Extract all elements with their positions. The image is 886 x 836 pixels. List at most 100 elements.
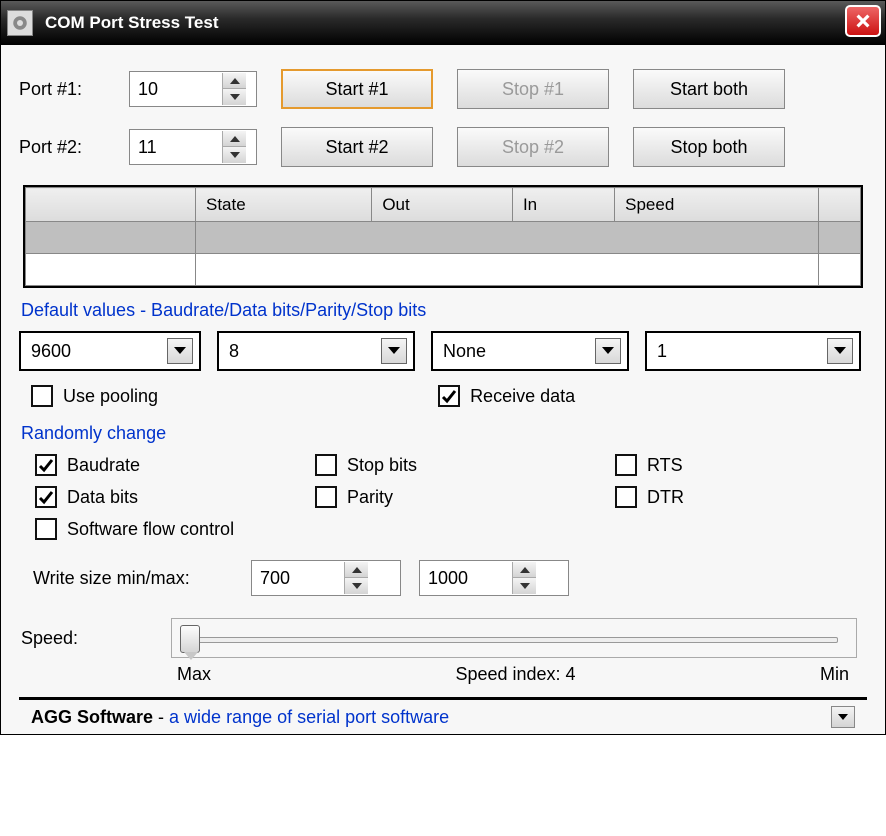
chevron-up-icon xyxy=(230,78,240,84)
grid-header-row: State Out In Speed xyxy=(26,188,861,222)
slider-max-label: Max xyxy=(177,664,211,685)
check-icon xyxy=(38,457,54,473)
chevron-down-icon xyxy=(387,346,401,356)
write-max-spinner[interactable] xyxy=(419,560,569,596)
receive-data-label: Receive data xyxy=(470,386,575,407)
write-max-down[interactable] xyxy=(513,578,536,594)
status-tagline-link[interactable]: a wide range of serial port software xyxy=(169,707,449,727)
col-out[interactable]: Out xyxy=(372,188,513,222)
speed-row: Speed: xyxy=(21,618,867,658)
port-row-2: Port #2: Start #2 Stop #2 Stop both xyxy=(19,127,867,167)
rand-rts-label: RTS xyxy=(647,455,683,476)
port2-input[interactable] xyxy=(130,137,222,158)
status-dropdown[interactable] xyxy=(831,706,855,728)
chevron-down-icon xyxy=(230,152,240,158)
port2-spinner[interactable] xyxy=(129,129,257,165)
write-size-label: Write size min/max: xyxy=(33,568,233,589)
port1-input[interactable] xyxy=(130,79,222,100)
close-icon xyxy=(854,12,872,30)
baudrate-combo[interactable]: 9600 xyxy=(19,331,201,371)
write-max-input[interactable] xyxy=(420,568,512,589)
parity-drop[interactable] xyxy=(595,338,621,364)
slider-labels: Max Speed index: 4 Min xyxy=(169,658,857,697)
port2-label: Port #2: xyxy=(19,137,129,158)
rand-databits-checkbox[interactable]: Data bits xyxy=(35,486,315,508)
port1-spin-up[interactable] xyxy=(223,73,246,89)
check-icon xyxy=(38,489,54,505)
chevron-up-icon xyxy=(520,567,530,573)
write-min-down[interactable] xyxy=(345,578,368,594)
rand-rts-checkbox[interactable]: RTS xyxy=(615,454,815,476)
stopbits-drop[interactable] xyxy=(827,338,853,364)
chevron-down-icon xyxy=(601,346,615,356)
stop2-button[interactable]: Stop #2 xyxy=(457,127,609,167)
port1-spin-down[interactable] xyxy=(223,89,246,105)
start2-button[interactable]: Start #2 xyxy=(281,127,433,167)
receive-data-checkbox[interactable]: Receive data xyxy=(438,385,575,407)
rand-swflow-label: Software flow control xyxy=(67,519,234,540)
write-min-spinner[interactable] xyxy=(251,560,401,596)
start-both-button[interactable]: Start both xyxy=(633,69,785,109)
stopbits-combo[interactable]: 1 xyxy=(645,331,861,371)
port1-label: Port #1: xyxy=(19,79,129,100)
databits-combo[interactable]: 8 xyxy=(217,331,415,371)
status-brand: AGG Software xyxy=(31,707,153,727)
slider-index-label: Speed index: 4 xyxy=(211,664,820,685)
title-bar: COM Port Stress Test xyxy=(1,1,885,45)
rand-dtr-checkbox[interactable]: DTR xyxy=(615,486,815,508)
write-min-input[interactable] xyxy=(252,568,344,589)
randomly-change-title: Randomly change xyxy=(21,423,867,444)
write-max-up[interactable] xyxy=(513,562,536,578)
port2-spin-down[interactable] xyxy=(223,147,246,163)
default-values-row: 9600 8 None 1 xyxy=(19,331,867,371)
client-area: Port #1: Start #1 Stop #1 Start both Por… xyxy=(1,45,885,734)
baudrate-value: 9600 xyxy=(31,341,71,362)
col-state[interactable]: State xyxy=(196,188,372,222)
rand-databits-label: Data bits xyxy=(67,487,138,508)
col-speed[interactable]: Speed xyxy=(615,188,819,222)
speed-slider[interactable] xyxy=(171,618,857,658)
status-grid: State Out In Speed xyxy=(23,185,863,288)
parity-combo[interactable]: None xyxy=(431,331,629,371)
rand-baudrate-checkbox[interactable]: Baudrate xyxy=(35,454,315,476)
baudrate-drop[interactable] xyxy=(167,338,193,364)
check-icon xyxy=(441,388,457,404)
grid-row-2[interactable] xyxy=(26,254,861,286)
grid-row-1[interactable] xyxy=(26,222,861,254)
port-row-1: Port #1: Start #1 Stop #1 Start both xyxy=(19,69,867,109)
write-size-row: Write size min/max: xyxy=(33,560,867,596)
app-icon xyxy=(7,10,33,36)
rand-baudrate-label: Baudrate xyxy=(67,455,140,476)
port-config: Port #1: Start #1 Stop #1 Start both Por… xyxy=(19,69,867,167)
default-values-title: Default values - Baudrate/Data bits/Pari… xyxy=(21,300,867,321)
close-button[interactable] xyxy=(845,5,881,37)
start1-button[interactable]: Start #1 xyxy=(281,69,433,109)
stop-both-button[interactable]: Stop both xyxy=(633,127,785,167)
col-in[interactable]: In xyxy=(512,188,614,222)
slider-thumb[interactable] xyxy=(180,625,200,653)
port2-spin-up[interactable] xyxy=(223,131,246,147)
chevron-down-icon xyxy=(173,346,187,356)
rand-stopbits-checkbox[interactable]: Stop bits xyxy=(315,454,615,476)
window-title: COM Port Stress Test xyxy=(45,13,219,33)
stopbits-value: 1 xyxy=(657,341,667,362)
rand-swflow-checkbox[interactable]: Software flow control xyxy=(35,518,815,540)
chevron-down-icon xyxy=(230,94,240,100)
port1-spinner[interactable] xyxy=(129,71,257,107)
status-bar: AGG Software - a wide range of serial po… xyxy=(19,697,867,734)
rand-parity-checkbox[interactable]: Parity xyxy=(315,486,615,508)
speed-label: Speed: xyxy=(21,628,171,649)
write-min-up[interactable] xyxy=(345,562,368,578)
chevron-down-icon xyxy=(833,346,847,356)
random-options: Baudrate Stop bits RTS Data bits Parity … xyxy=(35,454,867,540)
slider-min-label: Min xyxy=(820,664,849,685)
rand-dtr-label: DTR xyxy=(647,487,684,508)
parity-value: None xyxy=(443,341,486,362)
stop1-button[interactable]: Stop #1 xyxy=(457,69,609,109)
chevron-down-icon xyxy=(352,583,362,589)
databits-drop[interactable] xyxy=(381,338,407,364)
chevron-up-icon xyxy=(352,567,362,573)
rand-stopbits-label: Stop bits xyxy=(347,455,417,476)
use-pooling-checkbox[interactable]: Use pooling xyxy=(31,385,158,407)
chevron-down-icon xyxy=(520,583,530,589)
